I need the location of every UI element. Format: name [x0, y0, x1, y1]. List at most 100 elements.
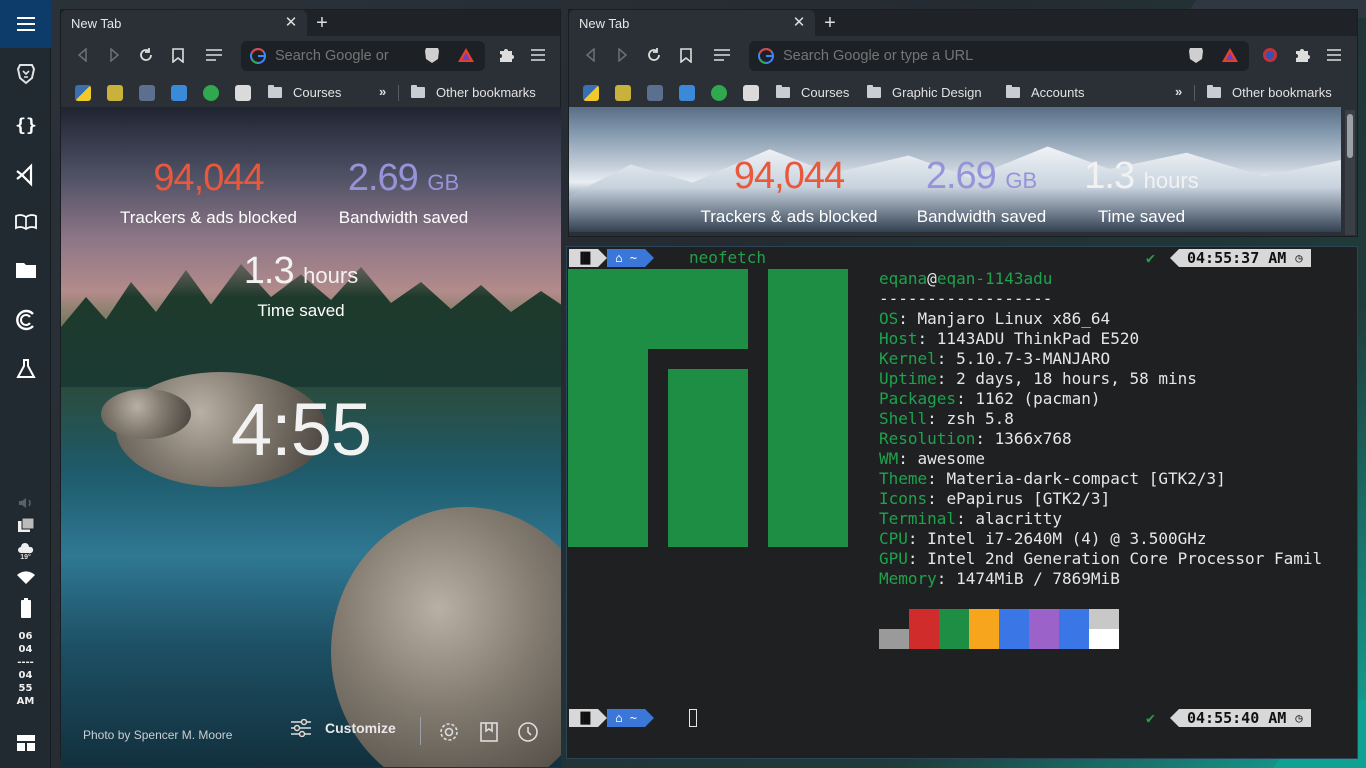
- other-bookmarks[interactable]: Other bookmarks: [411, 83, 536, 101]
- image-icon[interactable]: [615, 85, 631, 101]
- brave-rewards-icon[interactable]: [1220, 45, 1240, 65]
- info-key: OS: [879, 309, 899, 328]
- launcher-reader[interactable]: [0, 198, 51, 246]
- close-icon[interactable]: ✕: [791, 15, 807, 31]
- python-icon[interactable]: [583, 85, 599, 101]
- vertical-clock[interactable]: 06 04 ---- 04 55 AM: [0, 630, 51, 708]
- blocker-extension-icon[interactable]: [1260, 45, 1280, 65]
- launcher-vscode[interactable]: [0, 151, 51, 199]
- tab-new-tab[interactable]: New Tab ✕: [569, 10, 815, 36]
- info-value: awesome: [917, 449, 985, 468]
- image-icon[interactable]: [107, 85, 123, 101]
- back-icon[interactable]: [73, 45, 93, 65]
- info-key: WM: [879, 449, 899, 468]
- bookmark-icon[interactable]: [168, 45, 188, 65]
- more-bookmarks-icon[interactable]: »: [379, 84, 386, 99]
- info-value: 1143ADU ThinkPad E520: [936, 329, 1140, 348]
- info-key: Shell: [879, 409, 928, 428]
- color-swatch: [1089, 629, 1119, 649]
- new-tab-page: 94,044 Trackers & ads blocked 2.69 GB Ba…: [61, 107, 561, 767]
- brave-shields-icon[interactable]: [1186, 45, 1206, 65]
- bookmark-folder[interactable]: Graphic Design: [867, 83, 982, 101]
- bookmarks-page-icon[interactable]: [478, 721, 500, 743]
- tab-new-tab[interactable]: New Tab ✕: [61, 10, 307, 36]
- new-tab-button[interactable]: +: [820, 13, 840, 33]
- address-bar[interactable]: [241, 41, 485, 71]
- scrollbar-thumb[interactable]: [1347, 114, 1353, 158]
- bookmarks-bar: Courses Graphic Design Accounts » Other …: [569, 76, 1357, 106]
- neofetch-info: eqana@eqan-1143adu ------------------ OS…: [879, 269, 1323, 588]
- reader-mode-icon[interactable]: [712, 45, 732, 65]
- bookmark-folder-label: Courses: [293, 84, 342, 100]
- todo-icon[interactable]: [679, 85, 695, 101]
- close-icon[interactable]: ✕: [283, 15, 299, 31]
- time-value: 1.3: [1084, 155, 1135, 197]
- layout-icon[interactable]: [0, 734, 51, 752]
- scrollbar[interactable]: [1345, 110, 1355, 235]
- photo-credit[interactable]: Photo by Spencer M. Moore: [83, 728, 232, 742]
- robot-icon[interactable]: [743, 85, 759, 101]
- manjaro-logo-top: [568, 269, 748, 349]
- google-icon: [758, 48, 774, 64]
- other-bookmarks[interactable]: Other bookmarks: [1207, 83, 1332, 101]
- customize-button[interactable]: Customize: [291, 719, 396, 737]
- info-key: Terminal: [879, 509, 957, 528]
- battery-icon[interactable]: [0, 598, 51, 618]
- browser-menu-icon[interactable]: [528, 45, 548, 65]
- document-icon[interactable]: [647, 85, 663, 101]
- info-value: alacritty: [975, 509, 1063, 528]
- new-tab-button[interactable]: +: [312, 13, 332, 33]
- bandwidth-unit: GB: [1005, 168, 1038, 193]
- footer-divider: [420, 717, 421, 745]
- manjaro-logo-icon: ▐█: [569, 709, 599, 727]
- bookmark-icon[interactable]: [676, 45, 696, 65]
- reload-icon[interactable]: [644, 45, 664, 65]
- launcher-brave[interactable]: [0, 50, 51, 98]
- search-input[interactable]: [275, 48, 485, 64]
- history-icon[interactable]: [517, 721, 539, 743]
- bookmark-folder[interactable]: Courses: [776, 83, 849, 101]
- search-input[interactable]: [783, 48, 1249, 64]
- launcher-ccleaner[interactable]: [0, 296, 51, 344]
- wifi-icon[interactable]: [0, 568, 51, 586]
- time-stat: 1.3 hours: [181, 250, 421, 293]
- settings-gear-icon[interactable]: [438, 721, 460, 743]
- bookmark-folder[interactable]: Courses: [268, 83, 341, 101]
- robot-icon[interactable]: [235, 85, 251, 101]
- info-key: Memory: [879, 569, 937, 588]
- info-value: 5.10.7-3-MANJARO: [956, 349, 1111, 368]
- spiral-icon[interactable]: [203, 85, 219, 101]
- folder-icon: [776, 84, 790, 98]
- menu-button[interactable]: [0, 0, 51, 48]
- clock-icon: ◷: [1295, 711, 1303, 725]
- brave-rewards-icon[interactable]: [456, 45, 476, 65]
- prompt-time-segment: 04:55:40 AM ◷: [1170, 709, 1311, 727]
- terminal-command: neofetch: [689, 248, 767, 267]
- notifications-icon[interactable]: [0, 517, 51, 535]
- reader-mode-icon[interactable]: [204, 45, 224, 65]
- address-bar[interactable]: [749, 41, 1249, 71]
- terminal-window[interactable]: ▐█ ⌂ ~ neofetch ✔ 04:55:37 AM ◷ eqana@eq…: [566, 246, 1358, 759]
- document-icon[interactable]: [139, 85, 155, 101]
- brave-shields-icon[interactable]: [422, 45, 442, 65]
- forward-icon[interactable]: [612, 45, 632, 65]
- spiral-icon[interactable]: [711, 85, 727, 101]
- back-icon[interactable]: [581, 45, 601, 65]
- python-icon[interactable]: [75, 85, 91, 101]
- volume-icon[interactable]: [0, 495, 51, 511]
- todo-icon[interactable]: [171, 85, 187, 101]
- browser-menu-icon[interactable]: [1324, 45, 1344, 65]
- extensions-icon[interactable]: [1292, 45, 1312, 65]
- bookmark-folder[interactable]: Accounts: [1006, 83, 1084, 101]
- reload-icon[interactable]: [136, 45, 156, 65]
- info-key: Host: [879, 329, 918, 348]
- launcher-lab[interactable]: [0, 345, 51, 393]
- weather-widget[interactable]: 19°: [0, 540, 51, 562]
- forward-icon[interactable]: [104, 45, 124, 65]
- clock-line: ----: [17, 657, 34, 668]
- launcher-files[interactable]: [0, 246, 51, 294]
- extensions-icon[interactable]: [496, 45, 516, 65]
- info-key: Icons: [879, 489, 928, 508]
- launcher-code-editor[interactable]: {}: [0, 101, 51, 149]
- more-bookmarks-icon[interactable]: »: [1175, 84, 1182, 99]
